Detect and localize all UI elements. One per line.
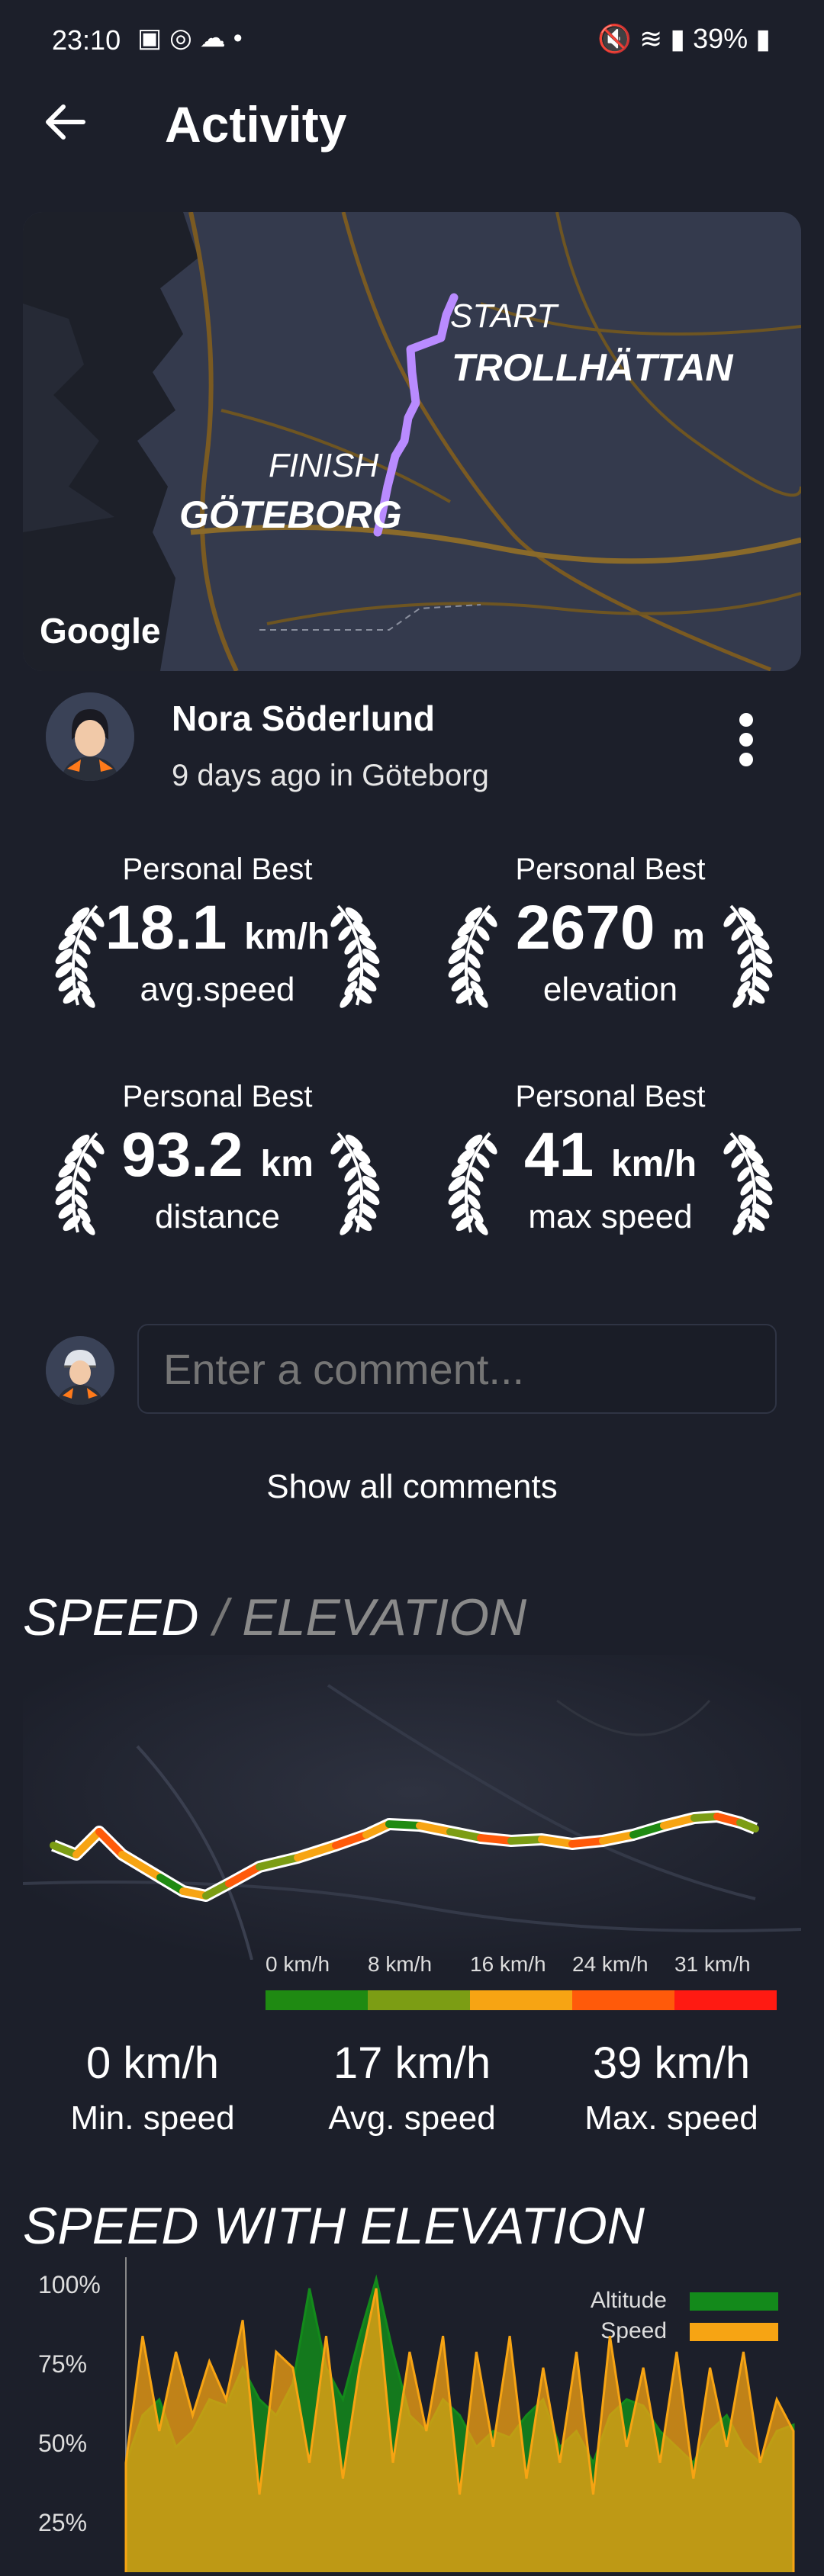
elevation-title[interactable]: ELEVATION	[242, 1588, 526, 1646]
stat-label: Max. speed	[584, 2099, 758, 2137]
gallery-icon: ▣	[137, 24, 170, 53]
activity-subtitle: 9 days ago in Göteborg	[172, 759, 489, 792]
finish-label: FINISH	[269, 447, 379, 484]
dot-icon: •	[233, 24, 250, 53]
laurel-right-icon	[327, 1126, 380, 1240]
speed-legend-swatch	[266, 1990, 368, 2010]
speed-legend-label: 16 km/h	[470, 1952, 546, 1976]
elevation-speed-chart[interactable]	[0, 2257, 824, 2576]
start-city: TROLLHÄTTAN	[452, 346, 733, 389]
pb-label: Personal Best	[515, 1080, 706, 1113]
page-title: Activity	[165, 96, 347, 153]
laurel-right-icon	[327, 898, 380, 1013]
route-map[interactable]: START TROLLHÄTTAN FINISH GÖTEBORG	[23, 212, 801, 671]
pb-elevation: Personal Best 2670 m elevation	[431, 853, 790, 1058]
laurel-right-icon	[719, 898, 773, 1013]
avg-speed-stat: 17 km/h Avg. speed	[282, 2038, 542, 2138]
status-bar: 23:10 ▣◎☁• 🔇 ≋ ▮ 39% ▮	[0, 0, 824, 84]
pb-label: Personal Best	[515, 853, 706, 886]
laurel-left-icon	[448, 1126, 501, 1240]
speed-map-route	[22, 1655, 802, 1961]
pb-label: Personal Best	[122, 853, 313, 886]
speed-legend-swatch	[368, 1990, 470, 2010]
battery-icon: ▮	[755, 23, 771, 54]
laurel-left-icon	[55, 1126, 108, 1240]
stat-label: Avg. speed	[328, 2099, 496, 2137]
back-arrow-icon[interactable]	[42, 99, 88, 153]
pb-avg-speed: Personal Best 18.1 km/h avg.speed	[38, 853, 397, 1058]
show-all-comments-link[interactable]: Show all comments	[0, 1468, 824, 1506]
comment-input[interactable]	[137, 1324, 777, 1414]
battery-percent: 39%	[693, 23, 748, 54]
pb-distance: Personal Best 93.2 km distance	[38, 1080, 397, 1286]
start-label: START	[450, 297, 558, 335]
min-speed-stat: 0 km/h Min. speed	[23, 2038, 282, 2138]
stat-value: 0 km/h	[85, 2038, 220, 2088]
instagram-icon: ◎	[169, 24, 200, 53]
stat-value: 39 km/h	[592, 2038, 751, 2088]
avatar[interactable]	[46, 692, 134, 781]
cloud-icon: ☁	[199, 24, 233, 53]
speed-with-elevation-title: SPEED WITH ELEVATION	[23, 2197, 645, 2255]
speed-legend-label: 8 km/h	[368, 1952, 433, 1976]
max-speed-stat: 39 km/h Max. speed	[542, 2038, 801, 2138]
laurel-left-icon	[55, 898, 108, 1013]
user-name[interactable]: Nora Söderlund	[172, 698, 435, 739]
laurel-right-icon	[719, 1126, 773, 1240]
speed-legend-swatch	[674, 1990, 777, 2010]
finish-city: GÖTEBORG	[179, 493, 402, 536]
speed-legend-swatch	[470, 1990, 572, 2010]
notification-icons: ▣◎☁•	[137, 23, 250, 53]
google-logo: Google	[40, 611, 161, 650]
pb-max-speed: Personal Best 41 km/h max speed	[431, 1080, 790, 1286]
more-options-icon[interactable]	[731, 713, 761, 766]
speed-legend-label: 31 km/h	[674, 1952, 751, 1976]
pb-label: Personal Best	[122, 1080, 313, 1113]
signal-icon: ▮	[670, 23, 686, 54]
status-time: 23:10	[52, 24, 121, 56]
commenter-avatar	[46, 1336, 114, 1405]
speed-elevation-title: SPEED / ELEVATION	[23, 1588, 526, 1647]
laurel-left-icon	[448, 898, 501, 1013]
wifi-icon: ≋	[639, 23, 663, 54]
mute-icon: 🔇	[597, 23, 632, 54]
stat-value: 17 km/h	[333, 2038, 491, 2088]
speed-title[interactable]: SPEED	[23, 1588, 199, 1646]
speed-legend-label: 24 km/h	[572, 1952, 649, 1976]
title-separator: /	[213, 1588, 228, 1646]
status-right: 🔇 ≋ ▮ 39% ▮	[597, 23, 771, 55]
speed-legend-swatch	[572, 1990, 674, 2010]
stat-label: Min. speed	[70, 2099, 235, 2137]
speed-legend-label: 0 km/h	[266, 1952, 330, 1976]
